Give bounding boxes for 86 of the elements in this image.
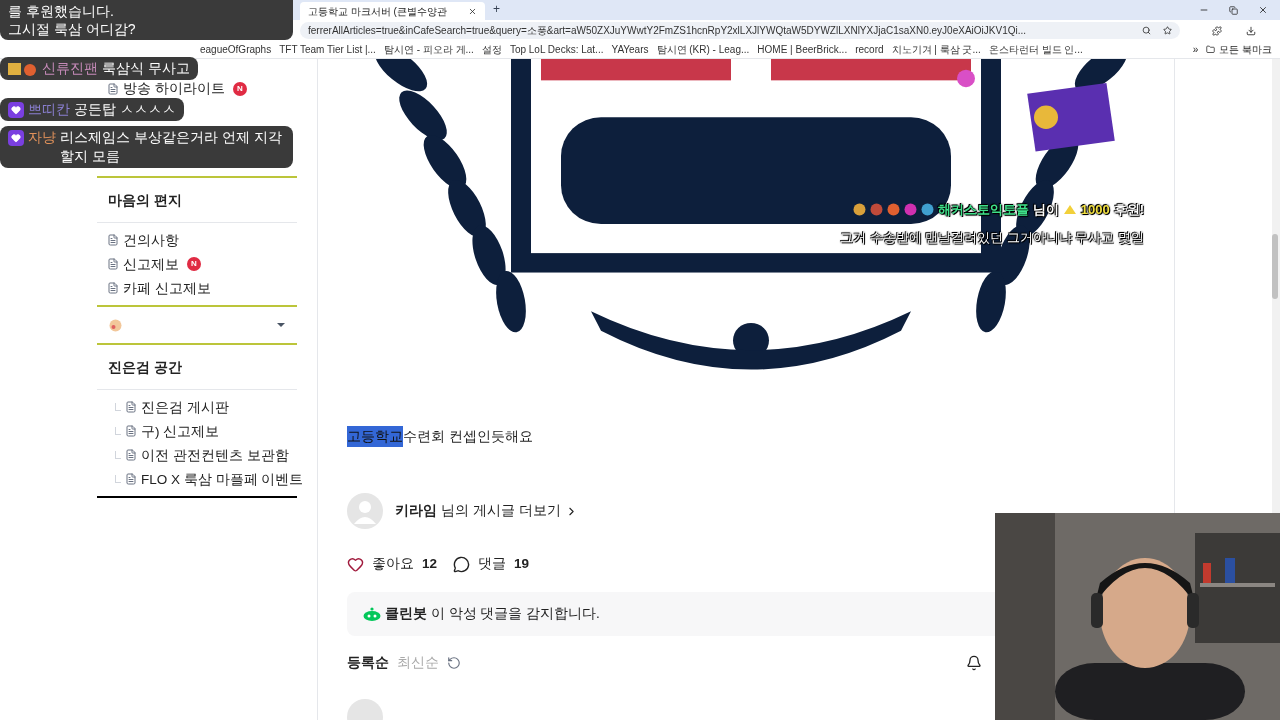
reaction-label: 댓글: [478, 555, 507, 573]
bookmark[interactable]: 치노기겨 | 룩삼 굿...: [891, 42, 981, 57]
bookmark[interactable]: HOME | BeerBrick...: [757, 42, 848, 57]
notification-icon[interactable]: [966, 654, 982, 671]
badge-icon: [903, 203, 917, 217]
comment-icon[interactable]: [453, 555, 471, 573]
donation-text: 그시절 룩삼 어디감?: [8, 20, 137, 38]
section-title: 진은검 공간: [108, 360, 182, 375]
close-icon[interactable]: [1258, 5, 1268, 15]
bookmark[interactable]: 탐시연 (KR) - Leag...: [656, 42, 750, 57]
reaction-count: 12: [422, 555, 438, 573]
board-icon: [107, 234, 119, 246]
badge-icon: [852, 203, 866, 217]
tree-connector-icon: [115, 475, 121, 483]
cleanbot-text: 클린봇 이 악성 댓글을 감지합니다.: [385, 605, 600, 624]
badge-icon: [920, 203, 934, 217]
board-link[interactable]: 카페 신고제보: [123, 280, 211, 296]
alert-text: 후원!: [1113, 201, 1145, 219]
bookmark[interactable]: 설정: [481, 42, 502, 57]
post-text: 수련회 컨셉인듯해요: [403, 427, 533, 446]
bookmark[interactable]: TFT Team Tier List |...: [279, 42, 376, 57]
board-link[interactable]: 건의사항: [123, 232, 179, 248]
robot-icon: [363, 607, 381, 622]
close-icon[interactable]: [468, 6, 477, 16]
board-icon: [125, 473, 137, 485]
reaction-count: 19: [514, 555, 530, 573]
bookmark[interactable]: Top LoL Decks: Lat...: [509, 42, 604, 57]
restore-icon[interactable]: [1229, 5, 1238, 15]
board-link[interactable]: FLO X 룩삼 마플페 이벤트: [141, 471, 304, 487]
board-icon: [107, 82, 119, 95]
tree-connector-icon: [115, 451, 121, 459]
chat-text: 리스제임스 부상같은거라 언제 지각할지 모름: [60, 128, 283, 166]
board-icon: [107, 258, 119, 270]
cheese-icon: [1062, 203, 1077, 216]
tab-title: 고등학교 마크서버 (큰별수양관: [308, 4, 447, 19]
section-title: 마음의 편지: [108, 193, 182, 208]
board-icon: [125, 449, 137, 461]
bookmark[interactable]: YAYears: [611, 42, 649, 57]
sort-tab[interactable]: 등록순: [347, 652, 389, 674]
alert-amount: 1000: [1080, 201, 1110, 219]
search-icon[interactable]: [1142, 26, 1151, 35]
reaction-label: 좋아요: [372, 555, 414, 573]
heart-icon[interactable]: [347, 555, 364, 573]
chat-username: 신류진팬: [42, 59, 98, 78]
star-icon[interactable]: [1163, 26, 1172, 35]
refresh-icon[interactable]: [447, 655, 461, 670]
bookmark[interactable]: record: [855, 42, 884, 57]
donation-text: 를 후원했습니다.: [8, 2, 115, 20]
badge-icon: [869, 203, 883, 217]
extensions-icon[interactable]: [1212, 25, 1222, 36]
post-text: 고등학교: [347, 426, 403, 447]
author-link[interactable]: 키라임 님의 게시글 더보기: [395, 500, 578, 522]
bookmark[interactable]: eagueOfGraphs: [200, 42, 272, 57]
board-link[interactable]: 방송 하이라이트: [123, 81, 225, 96]
board-icon: [107, 282, 119, 294]
chat-text: 공든탑 ㅅㅅㅅㅅ: [74, 100, 176, 119]
bookmark[interactable]: 온스타런터 빌드 인...: [988, 42, 1083, 57]
avatar-icon: [347, 493, 383, 529]
heart-badge-icon: [8, 101, 24, 118]
board-icon: [125, 401, 137, 413]
board-link[interactable]: 구) 신고제보: [141, 423, 220, 439]
address-bar[interactable]: ferrerAllArticles=true&inCafeSearch=true&query=소풍&art=aW50ZXJuYWwtY2FmZS1hcnRpY2xlLXJlYWQtaW5DYWZlLXNlYXJjaC1saXN0.eyJ0eXAiOiJKV1Qi...: [300, 22, 1180, 39]
chat-username: 쁘띠칸: [28, 100, 70, 119]
all-bookmarks-button[interactable]: 모든 북마크: [1206, 42, 1272, 57]
board-link[interactable]: 신고제보: [123, 256, 179, 272]
tree-connector-icon: [115, 427, 121, 435]
folder-icon: [1206, 45, 1216, 54]
scrollbar-thumb[interactable]: [1272, 234, 1278, 299]
emoji-icon: [8, 61, 38, 76]
board-link[interactable]: 진은검 게시판: [141, 399, 229, 415]
more-bookmarks[interactable]: »: [1192, 42, 1199, 57]
emoji-icon: [109, 318, 122, 332]
bookmark[interactable]: 탐시연 - 피오라 게...: [383, 42, 474, 57]
new-badge: N: [187, 257, 201, 271]
new-badge: N: [232, 81, 247, 96]
board-icon: [125, 425, 137, 437]
board-link[interactable]: 이전 관전컨텐츠 보관함: [141, 447, 289, 463]
download-icon[interactable]: [1246, 25, 1256, 36]
new-tab-button[interactable]: +: [493, 0, 500, 18]
tree-connector-icon: [115, 403, 121, 411]
chat-username: 자냥: [28, 128, 56, 147]
dropdown-caret-icon[interactable]: [277, 323, 285, 327]
chat-text: 룩삼식 무사고: [102, 59, 190, 78]
browser-tab[interactable]: 고등학교 마크서버 (큰별수양관: [300, 2, 485, 20]
heart-badge-icon: [8, 129, 24, 146]
badge-icon: [886, 203, 900, 217]
